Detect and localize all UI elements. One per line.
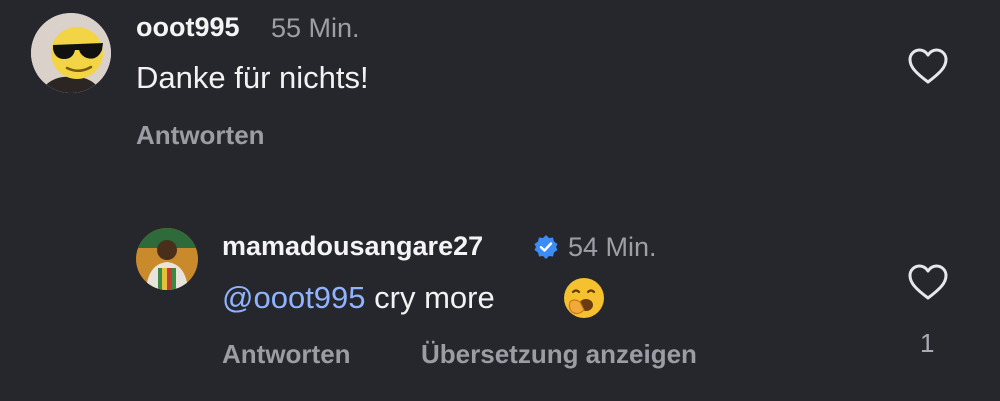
sunglasses-emoji-avatar-icon <box>31 13 111 93</box>
avatar-ooot995[interactable] <box>31 13 111 93</box>
timestamp: 54 Min. <box>568 232 657 262</box>
player-photo-avatar-icon <box>136 228 198 290</box>
show-translation-button[interactable]: Übersetzung anzeigen <box>421 339 697 370</box>
comment-text: Danke für nichts! <box>136 60 369 95</box>
reply-button[interactable]: Antworten <box>222 339 351 370</box>
heart-outline-icon[interactable] <box>906 262 950 302</box>
comment-body: cry more <box>365 280 495 315</box>
verified-badge-icon <box>534 235 558 259</box>
comment-1: ooot995 55 Min. Danke für nichts! Antwor… <box>0 0 1000 190</box>
like-count: 1 <box>920 328 935 358</box>
avatar-mamadousangare27[interactable] <box>136 228 198 290</box>
heart-outline-icon[interactable] <box>906 46 950 86</box>
mention-link[interactable]: @ooot995 <box>222 280 366 315</box>
reply-button[interactable]: Antworten <box>136 120 265 151</box>
timestamp: 55 Min. <box>271 13 360 43</box>
comment-text: @ooot995 cry more <box>222 280 495 316</box>
username[interactable]: mamadousangare27 <box>222 231 483 262</box>
yawning-face-emoji-icon <box>564 278 604 318</box>
username[interactable]: ooot995 <box>136 12 240 43</box>
